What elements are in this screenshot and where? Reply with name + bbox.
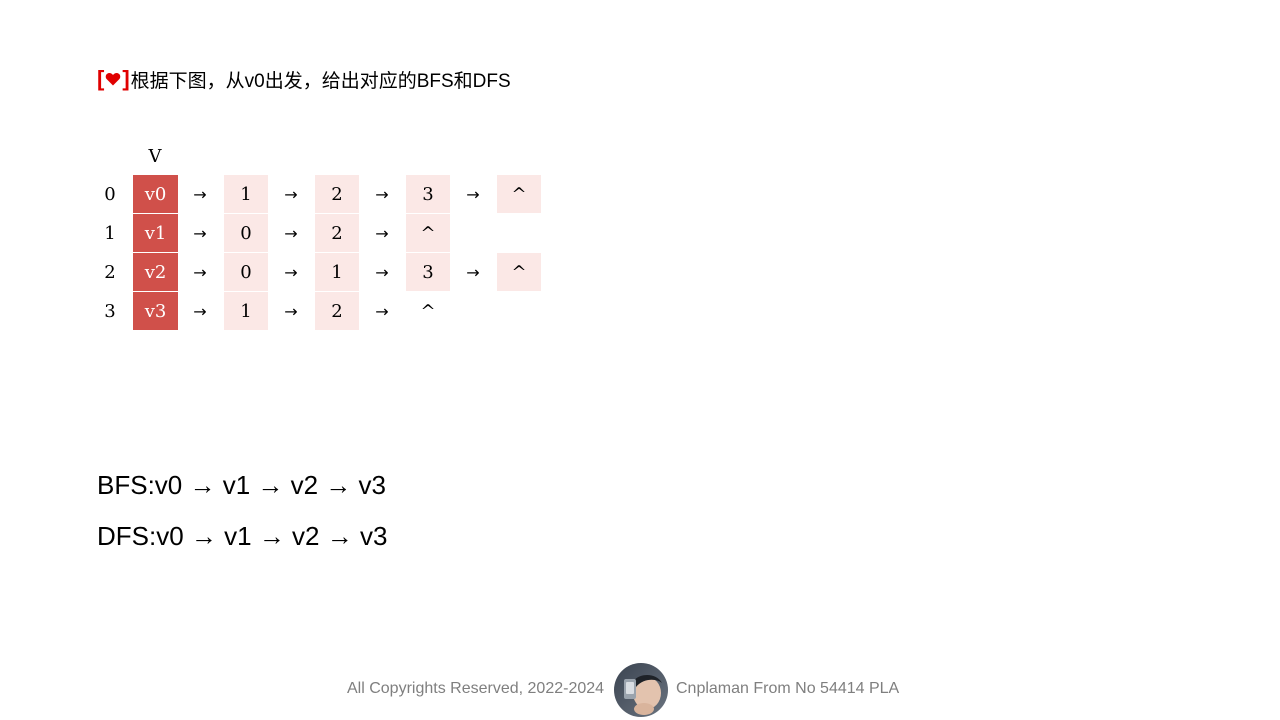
arrow: →: [375, 301, 389, 321]
vertex-cell: v2: [133, 253, 178, 291]
edge-node: 0: [224, 253, 268, 291]
arrow: →: [193, 184, 207, 204]
edge-node: 1: [224, 175, 268, 213]
edge-node: 3: [406, 253, 450, 291]
avatar-image: [614, 663, 668, 717]
copyright-text: All Copyrights Reserved, 2022-2024: [347, 680, 605, 697]
dfs-answer: DFS:v0 → v1 → v2 → v3: [97, 521, 388, 551]
arrow: →: [375, 262, 389, 282]
null-end: ^: [420, 300, 436, 322]
edge-node: 1: [224, 292, 268, 330]
arrow: →: [193, 301, 207, 321]
arrow: →: [375, 184, 389, 204]
arrow: →: [284, 262, 298, 282]
row-index: 1: [104, 222, 116, 244]
footer: All Copyrights Reserved, 2022-2024 Cnpla…: [0, 663, 1280, 717]
arrow: →: [466, 184, 480, 204]
edge-node: 3: [406, 175, 450, 213]
arrow: →: [466, 262, 480, 282]
vertex-cell: v3: [133, 292, 178, 330]
arrow: →: [375, 223, 389, 243]
edge-node: 2: [315, 292, 359, 330]
arrow: →: [284, 184, 298, 204]
null-end: ^: [497, 253, 541, 291]
edge-node: 1: [315, 253, 359, 291]
arrow: →: [284, 223, 298, 243]
avatar: [614, 663, 668, 717]
arrow: →: [193, 262, 207, 282]
null-end: ^: [406, 214, 450, 252]
vertex-header: V: [148, 145, 162, 167]
vertex-cell: v0: [133, 175, 178, 213]
row-index: 0: [104, 183, 116, 205]
adjacency-list: V 0 v0 → 1 → 2 → 3 → ^ 1 v1 → 0 → 2 → ^ …: [0, 0, 1280, 360]
row-index: 2: [104, 261, 116, 283]
edge-node: 2: [315, 175, 359, 213]
null-end: ^: [497, 175, 541, 213]
arrow: →: [193, 223, 207, 243]
edge-node: 0: [224, 214, 268, 252]
vertex-cell: v1: [133, 214, 178, 252]
row-index: 3: [104, 300, 116, 322]
bfs-answer: BFS:v0 → v1 → v2 → v3: [97, 470, 386, 500]
edge-node: 2: [315, 214, 359, 252]
arrow: →: [284, 301, 298, 321]
author-text: Cnplaman From No 54414 PLA: [676, 680, 900, 697]
